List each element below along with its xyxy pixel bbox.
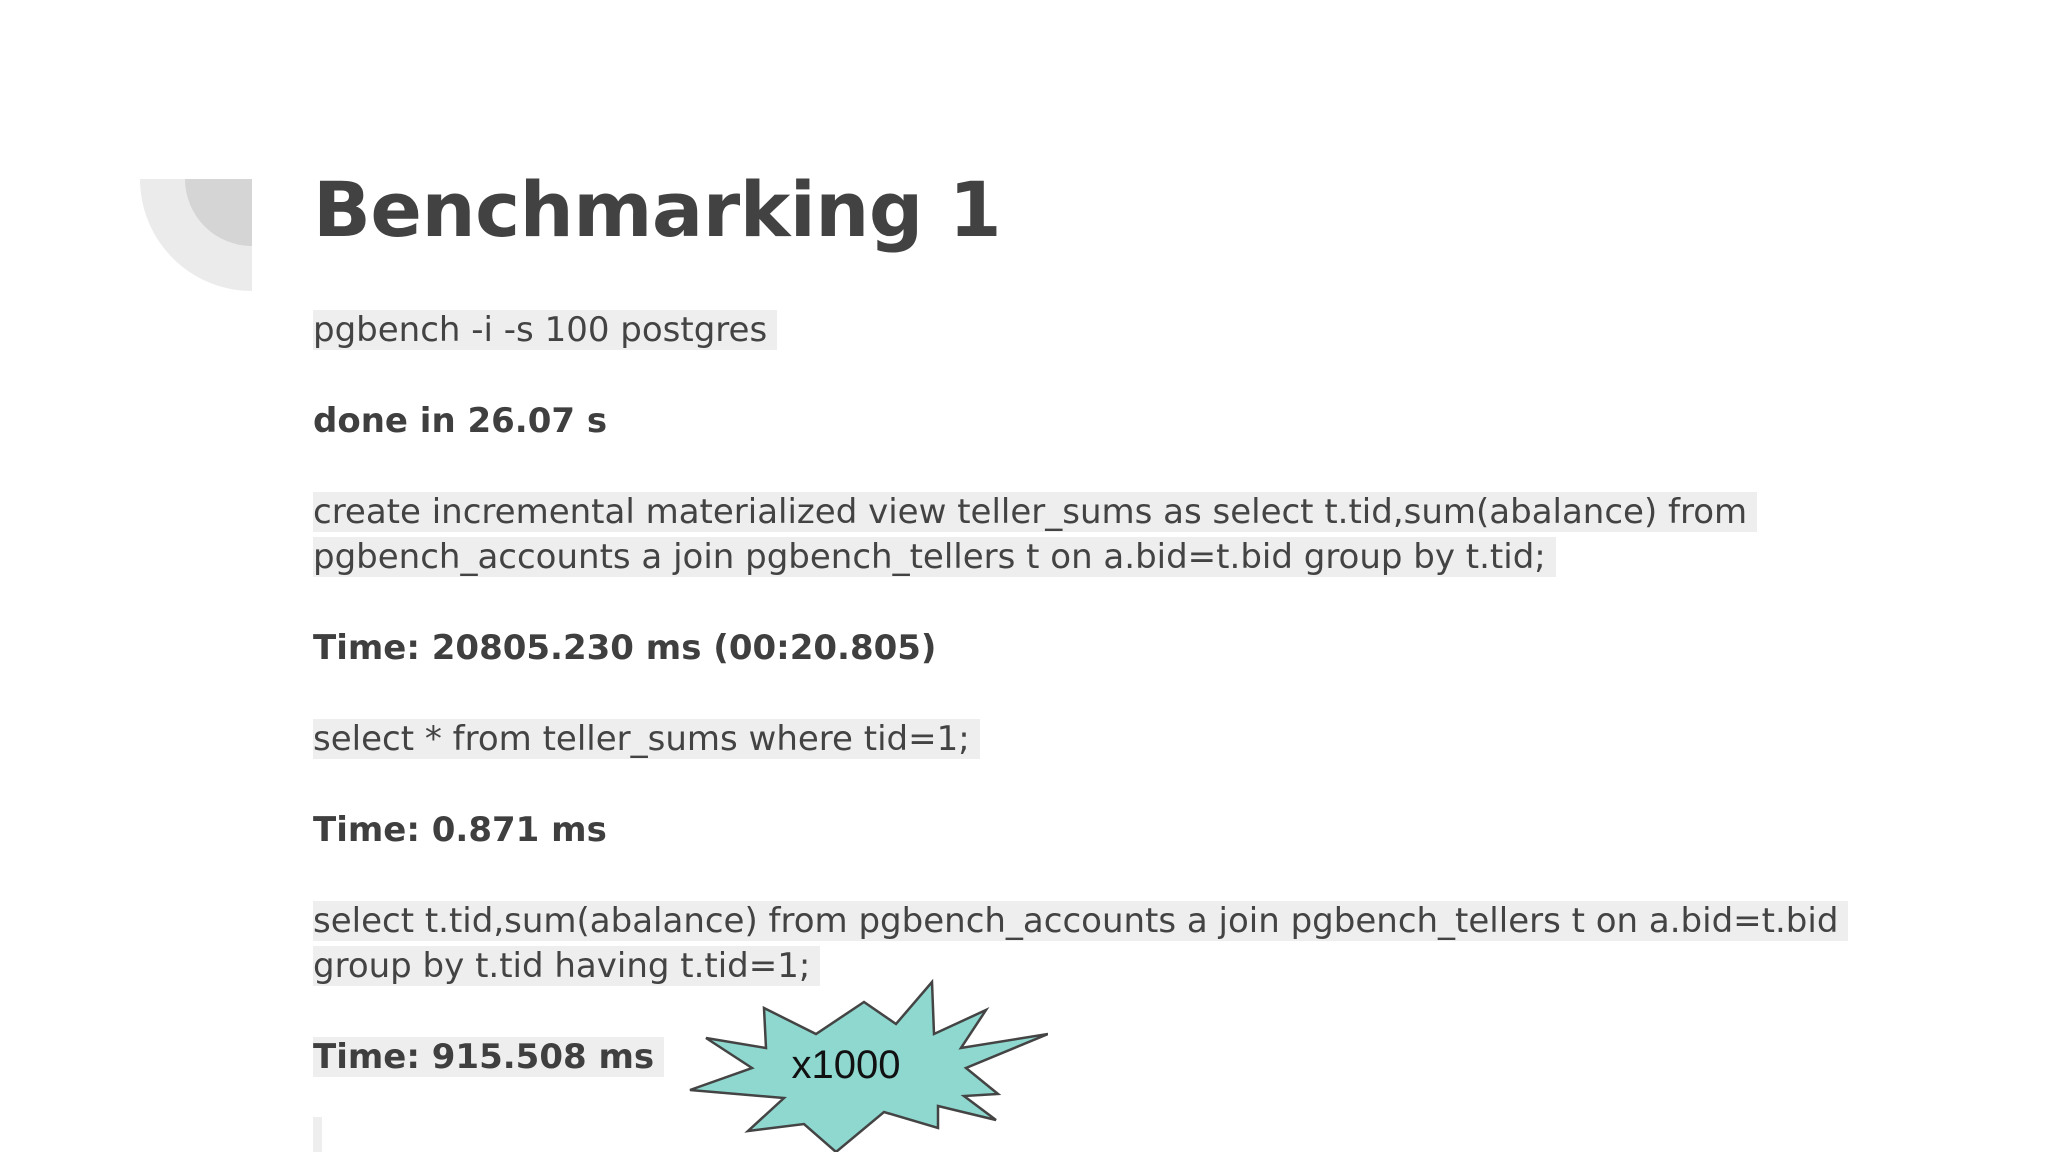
corner-decoration: [140, 179, 252, 291]
command-select-raw-line1: select t.tid,sum(abalance) from pgbench_…: [313, 899, 1849, 944]
result-create: Time: 20805.230 ms (00:20.805): [313, 628, 937, 668]
result-select-raw: Time: 915.508 ms: [313, 1035, 665, 1080]
command-create-line1: create incremental materialized view tel…: [313, 490, 1758, 535]
command-create-line2-text: pgbench_accounts a join pgbench_tellers …: [313, 537, 1556, 577]
result-select-raw-text: Time: 915.508 ms: [313, 1037, 665, 1077]
text-cursor-highlight: [313, 1117, 322, 1152]
command-init-text: pgbench -i -s 100 postgres: [313, 310, 778, 350]
command-create-line1-text: create incremental materialized view tel…: [313, 492, 1758, 532]
starburst-label: x1000: [791, 1043, 901, 1087]
command-select-raw-line1-text: select t.tid,sum(abalance) from pgbench_…: [313, 901, 1849, 941]
result-init: done in 26.07 s: [313, 401, 608, 441]
slide-title: Benchmarking 1: [313, 165, 1002, 254]
command-create-line2: pgbench_accounts a join pgbench_tellers …: [313, 535, 1556, 580]
command-select-view: select * from teller_sums where tid=1;: [313, 717, 980, 762]
result-select-view: Time: 0.871 ms: [313, 810, 607, 850]
command-init: pgbench -i -s 100 postgres: [313, 308, 778, 353]
command-select-view-text: select * from teller_sums where tid=1;: [313, 719, 980, 759]
